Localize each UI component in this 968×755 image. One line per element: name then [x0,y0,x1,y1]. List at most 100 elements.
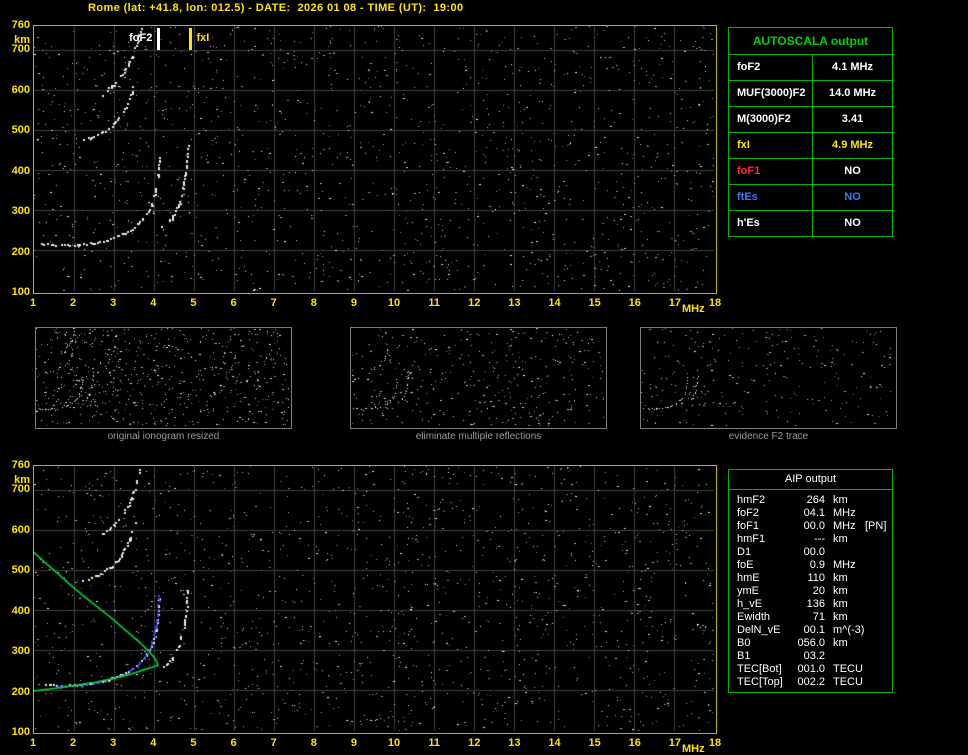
aip-row-label: DelN_vE [737,624,781,636]
thumbnail-evidence-f2-trace [640,327,897,429]
x-axis-tick-label: 14 [548,297,561,309]
x-axis-tick-label: 18 [708,737,722,749]
thumbnail-canvas-eliminate [351,328,604,426]
x-axis-tick-label: 5 [190,737,197,749]
y-axis-tick-label: 600 [11,523,30,536]
autoscala-table-row: fxI 4.9 MHz [729,133,892,159]
y-axis-tick-label: 600 [11,83,30,96]
autoscala-row-label: MUF(3000)F2 [729,81,813,106]
aip-row-unit: km [833,494,848,506]
aip-row-value: 056.0 [797,637,825,649]
thumbnail-caption-eliminate: eliminate multiple reflections [415,431,542,442]
autoscala-table-title: AUTOSCALA output [729,28,892,55]
x-axis-tick-label: 16 [628,737,641,749]
x-axis-tick-label: 8 [310,297,317,309]
autoscala-row-value: 4.9 MHz [832,139,873,151]
aip-row-note: [PN] [865,520,887,532]
x-axis-tick-label: 13 [508,737,521,749]
x-axis-tick-label: 16 [628,297,641,309]
thumbnail-canvas-evidence [641,328,894,426]
x-axis-tick-label: 15 [588,737,601,749]
y-axis-tick-label: 700 [11,43,30,56]
y-axis-tick-label: 400 [11,604,30,617]
x-axis-tick-label: 12 [468,297,481,309]
autoscala-row-label: foF2 [729,55,813,80]
x-axis-tick-label: 17 [668,737,681,749]
thumbnail-canvas-original [36,328,289,426]
aip-row-unit [833,650,865,663]
x-axis-tick-label: 10 [387,737,401,749]
thumbnail-eliminate-reflections [350,327,607,429]
fxI-marker-label: fxI [196,32,210,44]
aip-table-row: foF2 04.1 MHz [729,507,892,520]
aip-row-value: 04.1 [803,507,825,519]
y-axis-tick-label: 300 [11,645,30,658]
aip-row-value: 001.0 [797,663,825,675]
x-axis-tick-label: 14 [548,737,561,749]
aip-row-unit: km [833,572,848,584]
aip-row-value: 002.2 [797,676,825,688]
autoscala-row-value: NO [844,217,861,229]
autoscala-table-row: MUF(3000)F2 14.0 MHz [729,81,892,107]
y-axis-tick-label: 200 [11,245,30,258]
aip-row-unit: MHz [833,559,856,571]
foF2-marker-line [157,28,161,50]
aip-row-label: B1 [737,650,751,662]
aip-row-unit: km [833,533,848,545]
aip-row-label: Ewidth [737,611,771,623]
x-axis-tick-label: 8 [310,737,317,749]
x-axis-tick-label: 7 [270,297,277,309]
x-axis-tick-label: 6 [230,737,237,749]
aip-row-unit: km [833,598,848,610]
thumbnail-caption-evidence: evidence F2 trace [728,431,809,442]
aip-row-unit: km [833,637,848,649]
autoscala-window: Rome (lat: +41.8, lon: 012.5) - DATE: 20… [0,0,968,755]
aip-row-value: 20 [812,585,825,597]
aip-row-label: hmF2 [737,494,766,506]
x-axis-tick-label: 9 [350,737,357,749]
aip-table-row: h_vE 136 km [729,598,892,611]
aip-table-row: TEC[Bot] 001.0 TECU [729,663,892,676]
autoscala-row-value: 3.41 [841,113,864,125]
aip-output-table: AIP output hmF2 264 km foF2 04.1 MHz foF… [728,469,893,693]
aip-row-unit [833,546,865,559]
autoscala-row-label: fxI [729,133,813,158]
x-axis-unit-label: MHz [682,303,705,315]
aip-table-row: hmE 110 km [729,572,892,585]
x-axis-tick-label: 11 [428,297,440,309]
ionogram-plot-bottom [33,465,717,734]
autoscala-table-row: foF1 NO [729,159,892,185]
x-axis-tick-label: 15 [588,297,601,309]
aip-row-value: 00.0 [803,520,825,532]
aip-row-label: ymE [737,585,759,597]
x-axis-tick-label: 1 [29,297,37,309]
y-axis-tick-label: 500 [11,564,30,577]
y-axis-tick-label: 100 [11,286,30,298]
aip-row-label: foE [737,559,754,571]
aip-row-value: 00.1 [803,624,825,636]
aip-row-label: foF1 [737,520,760,532]
autoscala-row-value: 14.0 MHz [828,87,877,99]
aip-row-value: 136 [806,598,825,610]
aip-table-row: TEC[Top] 002.2 TECU [729,676,892,689]
x-axis-tick-label: 2 [70,297,77,309]
aip-row-unit: m^(-3) [833,624,865,636]
station-date-title: Rome (lat: +41.8, lon: 012.5) - DATE: 20… [88,2,464,14]
aip-row-value: 110 [807,572,825,584]
aip-table-row: hmF1 --- km [729,533,892,546]
autoscala-table-row: ftEs NO [729,185,892,211]
y-axis-tick-label: 200 [11,685,30,698]
autoscala-output-table: AUTOSCALA output foF2 4.1 MHz MUF(3000)F… [728,27,893,237]
x-axis-tick-label: 4 [150,737,157,749]
autoscala-table-row: foF2 4.1 MHz [729,55,892,81]
autoscala-row-value: NO [844,165,861,177]
aip-row-unit: km [833,611,848,623]
aip-row-label: B0 [737,637,751,649]
x-axis-tick-label: 17 [668,297,681,309]
autoscala-table-row: h'Es NO [729,211,892,236]
y-axis-tick-label: 400 [11,164,30,177]
aip-row-unit: TECU [833,663,863,675]
aip-table-row: DelN_vE 00.1 m^(-3) [729,624,892,637]
x-axis-tick-label: 9 [350,297,357,309]
ionogram-canvas-bottom [34,466,714,731]
